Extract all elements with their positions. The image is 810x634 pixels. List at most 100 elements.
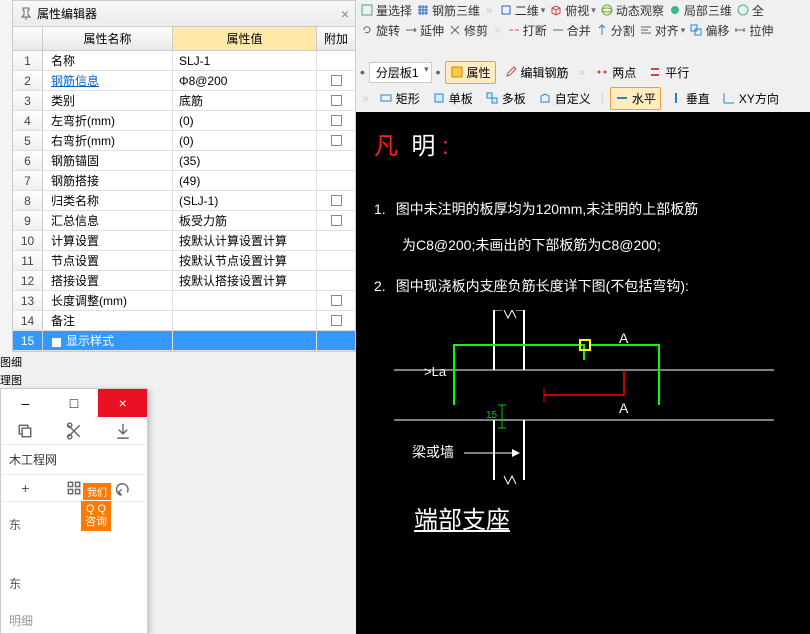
prop-add[interactable] xyxy=(317,311,355,330)
checkbox[interactable] xyxy=(331,215,342,226)
property-row[interactable]: 15+显示样式 xyxy=(13,331,355,351)
tb-orbit[interactable]: 动态观察 xyxy=(600,2,664,19)
tb-extend[interactable]: 延伸 xyxy=(404,22,444,39)
prop-value[interactable] xyxy=(173,291,317,310)
tb-parallel[interactable]: 平行 xyxy=(644,62,693,83)
tb-trim[interactable]: 修剪 xyxy=(448,22,488,39)
property-row[interactable]: 4左弯折(mm)(0) xyxy=(13,111,355,131)
prop-add[interactable] xyxy=(317,71,355,90)
panel-close-icon[interactable]: × xyxy=(341,6,349,22)
prop-value[interactable] xyxy=(173,331,317,350)
cut-icon[interactable] xyxy=(64,421,84,441)
checkbox[interactable] xyxy=(331,95,342,106)
prop-add[interactable] xyxy=(317,291,355,310)
property-row[interactable]: 1名称SLJ-1 xyxy=(13,51,355,71)
tb-qty-select[interactable]: 量选择 xyxy=(360,2,412,19)
prop-value[interactable]: (0) xyxy=(173,111,317,130)
tb-custom[interactable]: 自定义 xyxy=(534,88,595,109)
property-row[interactable]: 13长度调整(mm) xyxy=(13,291,355,311)
prop-add[interactable] xyxy=(317,271,355,290)
tb-rotate[interactable]: 旋转 xyxy=(360,22,400,39)
tb-horizontal[interactable]: 水平 xyxy=(610,87,661,110)
col-value-header[interactable]: 属性值 xyxy=(173,27,317,50)
property-row[interactable]: 11节点设置按默认节点设置计算 xyxy=(13,251,355,271)
tb-local-3d[interactable]: 局部三维 xyxy=(668,2,732,19)
prop-add[interactable] xyxy=(317,111,355,130)
tb-xy[interactable]: XY方向 xyxy=(718,88,783,109)
prop-value[interactable]: 按默认搭接设置计算 xyxy=(173,271,317,290)
prop-add[interactable] xyxy=(317,91,355,110)
mini-max-button[interactable]: □ xyxy=(50,389,99,417)
tb-all[interactable]: 全 xyxy=(736,2,764,19)
tb-stretch[interactable]: 拉伸 xyxy=(733,22,773,39)
prop-value[interactable]: (0) xyxy=(173,131,317,150)
qq-badge[interactable]: Q Q 咨询 xyxy=(81,501,111,531)
undo-icon[interactable] xyxy=(113,478,133,498)
tb-2d[interactable]: 二维▾ xyxy=(499,2,546,19)
prop-add[interactable] xyxy=(317,331,355,350)
prop-add[interactable] xyxy=(317,51,355,70)
prop-value[interactable]: 按默认计算设置计算 xyxy=(173,231,317,250)
tb-align[interactable]: 对齐▾ xyxy=(639,22,686,39)
property-row[interactable]: 3类别底筋 xyxy=(13,91,355,111)
property-row[interactable]: 14备注 xyxy=(13,311,355,331)
tb-rebar-3d[interactable]: 钢筋三维 xyxy=(416,2,480,19)
mini-close-button[interactable]: × xyxy=(98,389,147,417)
tb-vertical[interactable]: 垂直 xyxy=(665,88,714,109)
layer-dropdown[interactable]: 分层板1 xyxy=(369,62,432,83)
prop-add[interactable] xyxy=(317,231,355,250)
side-label-lituceng[interactable]: 理图 xyxy=(0,372,22,388)
prop-value[interactable]: 板受力筋 xyxy=(173,211,317,230)
property-row[interactable]: 8归类名称(SLJ-1) xyxy=(13,191,355,211)
property-row[interactable]: 6钢筋锚固(35) xyxy=(13,151,355,171)
checkbox[interactable] xyxy=(331,75,342,86)
prop-add[interactable] xyxy=(317,151,355,170)
pin-icon[interactable] xyxy=(19,7,33,21)
tb-offset[interactable]: 偏移 xyxy=(689,22,729,39)
tb-edit-rebar[interactable]: 编辑钢筋 xyxy=(500,62,573,83)
property-row[interactable]: 12搭接设置按默认搭接设置计算 xyxy=(13,271,355,291)
tb-split[interactable]: 分割 xyxy=(595,22,635,39)
property-row[interactable]: 9汇总信息板受力筋 xyxy=(13,211,355,231)
tb-rect[interactable]: 矩形 xyxy=(375,88,424,109)
prop-add[interactable] xyxy=(317,211,355,230)
prop-value[interactable]: SLJ-1 xyxy=(173,51,317,70)
property-row[interactable]: 10计算设置按默认计算设置计算 xyxy=(13,231,355,251)
prop-value[interactable] xyxy=(173,311,317,330)
checkbox[interactable] xyxy=(331,295,342,306)
property-row[interactable]: 5右弯折(mm)(0) xyxy=(13,131,355,151)
property-row[interactable]: 2钢筋信息Φ8@200 xyxy=(13,71,355,91)
expand-icon[interactable]: + xyxy=(51,337,62,348)
copy-icon[interactable] xyxy=(15,421,35,441)
prop-value[interactable]: (49) xyxy=(173,171,317,190)
side-label-tuxi[interactable]: 图细 xyxy=(0,354,22,370)
plus-icon[interactable]: + xyxy=(15,478,35,498)
tb-two-point[interactable]: 两点 xyxy=(591,62,640,83)
checkbox[interactable] xyxy=(331,315,342,326)
prop-value[interactable]: (35) xyxy=(173,151,317,170)
prop-add[interactable] xyxy=(317,251,355,270)
mini-min-button[interactable]: – xyxy=(1,389,50,417)
tb-multi-slab[interactable]: 多板 xyxy=(481,88,530,109)
download-icon[interactable] xyxy=(113,421,133,441)
prop-value[interactable]: (SLJ-1) xyxy=(173,191,317,210)
prop-add[interactable] xyxy=(317,191,355,210)
tb-break[interactable]: 打断 xyxy=(507,22,547,39)
grid2-icon[interactable] xyxy=(64,478,84,498)
prop-value[interactable]: 底筋 xyxy=(173,91,317,110)
prop-value[interactable]: 按默认节点设置计算 xyxy=(173,251,317,270)
checkbox[interactable] xyxy=(331,115,342,126)
tb-single-slab[interactable]: 单板 xyxy=(428,88,477,109)
col-add-header[interactable]: 附加 xyxy=(317,27,355,50)
tb-property[interactable]: 属性 xyxy=(445,61,496,84)
prop-add[interactable] xyxy=(317,171,355,190)
prop-value[interactable]: Φ8@200 xyxy=(173,71,317,90)
women-badge[interactable]: 我们 xyxy=(83,483,111,500)
tb-join[interactable]: 合并 xyxy=(551,22,591,39)
col-name-header[interactable]: 属性名称 xyxy=(43,27,173,50)
checkbox[interactable] xyxy=(331,135,342,146)
property-row[interactable]: 7钢筋搭接(49) xyxy=(13,171,355,191)
checkbox[interactable] xyxy=(331,195,342,206)
tb-top-view[interactable]: 俯视▾ xyxy=(549,2,596,19)
prop-add[interactable] xyxy=(317,131,355,150)
